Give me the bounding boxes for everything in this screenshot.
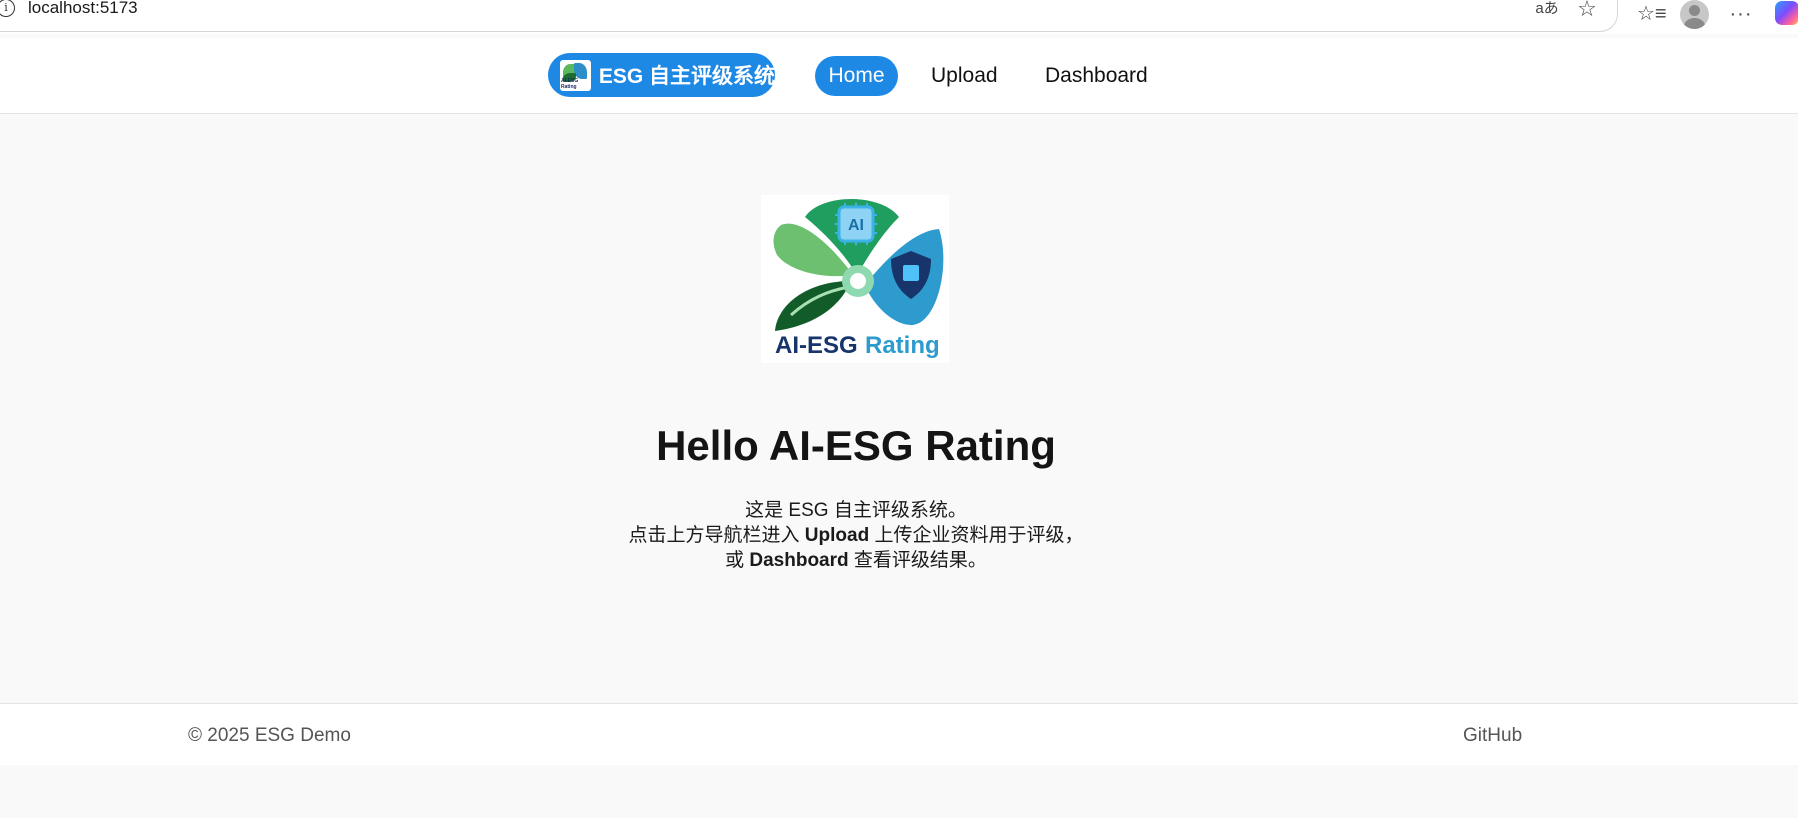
intro-line-3: 或 Dashboard 查看评级结果。 — [725, 550, 987, 571]
browser-toolbar: i localhost:5173 aあ ☆ ☆≡ ··· — [0, 0, 1798, 34]
svg-text:Rating: Rating — [865, 332, 940, 359]
nav-home-link[interactable]: Home — [815, 56, 898, 96]
brand-home-link[interactable]: AI-ESG Rating ESG 自主评级系统 — [548, 53, 775, 97]
address-bar[interactable]: i localhost:5173 aあ ☆ — [0, 0, 1618, 32]
profile-avatar-icon[interactable] — [1680, 0, 1709, 29]
page-title: Hello AI-ESG Rating — [656, 422, 1056, 469]
favorites-icon[interactable]: ☆≡ — [1637, 2, 1667, 26]
intro-text: 这是 ESG 自主评级系统。 点击上方导航栏进入 Upload 上传企业资料用于… — [0, 498, 1712, 573]
site-header: AI-ESG Rating ESG 自主评级系统 Home Upload Das… — [0, 38, 1798, 114]
github-link[interactable]: GitHub — [1463, 725, 1522, 747]
main-content: AI AI-ESG Rating Hello AI-ESG Rating 这是 … — [0, 115, 1798, 703]
read-aloud-icon[interactable]: aあ — [1533, 0, 1561, 21]
favorite-star-icon[interactable]: ☆ — [1571, 0, 1603, 21]
svg-text:AI: AI — [848, 217, 864, 234]
copyright-text: © 2025 ESG Demo — [188, 725, 351, 746]
intro-line-1: 这是 ESG 自主评级系统。 — [745, 500, 967, 521]
nav-dashboard-link[interactable]: Dashboard — [1045, 56, 1148, 96]
site-footer: © 2025 ESG Demo GitHub — [0, 703, 1798, 765]
site-info-icon[interactable]: i — [0, 0, 15, 17]
nav-upload-link[interactable]: Upload — [931, 56, 998, 96]
url-text[interactable]: localhost:5173 — [28, 0, 138, 18]
brand-title: ESG 自主评级系统 — [598, 65, 775, 88]
more-options-icon[interactable]: ··· — [1726, 2, 1756, 26]
upload-emphasis: Upload — [804, 525, 870, 546]
copilot-icon[interactable] — [1775, 1, 1798, 25]
brand-logo-icon: AI-ESG Rating — [560, 59, 591, 91]
intro-line-2: 点击上方导航栏进入 Upload 上传企业资料用于评级， — [628, 525, 1084, 546]
dashboard-emphasis: Dashboard — [749, 550, 849, 571]
svg-text:AI-ESG: AI-ESG — [775, 332, 858, 359]
ai-esg-logo-image: AI AI-ESG Rating — [761, 195, 949, 363]
